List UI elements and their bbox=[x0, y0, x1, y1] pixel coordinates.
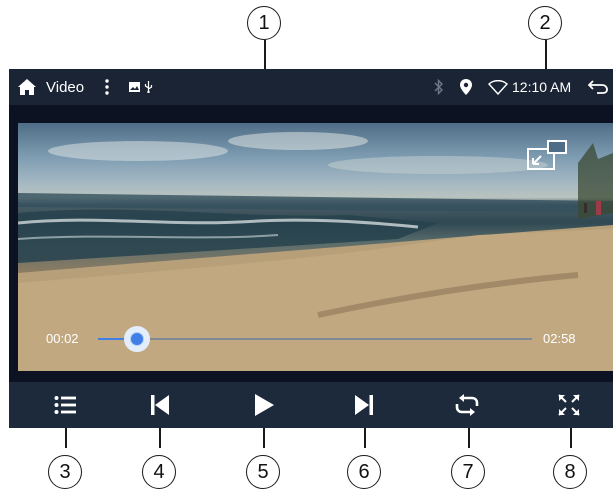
repeat-icon bbox=[455, 394, 479, 416]
playlist-button[interactable] bbox=[35, 382, 95, 428]
location-status bbox=[460, 69, 472, 105]
play-icon bbox=[255, 394, 274, 416]
location-icon bbox=[460, 79, 472, 95]
home-button[interactable] bbox=[15, 69, 39, 105]
back-button[interactable] bbox=[587, 69, 609, 105]
usb-icon bbox=[144, 81, 153, 93]
notification-icons bbox=[129, 69, 153, 105]
home-icon bbox=[18, 79, 36, 95]
device-screen: Video 12:10 AM 00:02 02:58 bbox=[9, 69, 613, 428]
callout-6: 6 bbox=[347, 455, 381, 489]
status-clock: 12:10 AM bbox=[512, 79, 572, 95]
app-title: Video bbox=[46, 78, 85, 96]
pip-button[interactable] bbox=[526, 139, 570, 173]
callout-2: 2 bbox=[528, 6, 562, 40]
more-button[interactable] bbox=[101, 69, 113, 105]
callout-4: 4 bbox=[142, 455, 176, 489]
previous-icon bbox=[151, 395, 169, 415]
callout-1: 1 bbox=[247, 6, 281, 40]
playlist-icon bbox=[54, 396, 76, 414]
wifi-icon bbox=[488, 79, 508, 95]
wifi-status bbox=[488, 69, 508, 105]
seek-bar[interactable] bbox=[98, 326, 532, 352]
next-icon bbox=[355, 395, 373, 415]
play-button[interactable] bbox=[234, 382, 294, 428]
next-button[interactable] bbox=[334, 382, 394, 428]
picture-in-picture-icon bbox=[527, 140, 567, 170]
image-icon bbox=[129, 82, 140, 92]
back-icon bbox=[588, 80, 608, 94]
callout-3: 3 bbox=[48, 455, 82, 489]
callout-5: 5 bbox=[246, 455, 280, 489]
fullscreen-icon bbox=[558, 394, 580, 416]
status-bar: Video 12:10 AM bbox=[9, 69, 613, 105]
total-time: 02:58 bbox=[543, 331, 576, 346]
repeat-button[interactable] bbox=[437, 382, 497, 428]
beach-scene-image bbox=[18, 132, 613, 371]
bluetooth-icon bbox=[434, 79, 443, 95]
control-bar bbox=[9, 382, 613, 428]
elapsed-time: 00:02 bbox=[46, 331, 79, 346]
previous-button[interactable] bbox=[130, 382, 190, 428]
video-surface[interactable]: 00:02 02:58 bbox=[18, 123, 613, 371]
fullscreen-button[interactable] bbox=[539, 382, 599, 428]
more-vert-icon bbox=[105, 79, 109, 95]
bluetooth-status bbox=[434, 69, 444, 105]
callout-7: 7 bbox=[451, 455, 485, 489]
callout-8: 8 bbox=[553, 455, 587, 489]
